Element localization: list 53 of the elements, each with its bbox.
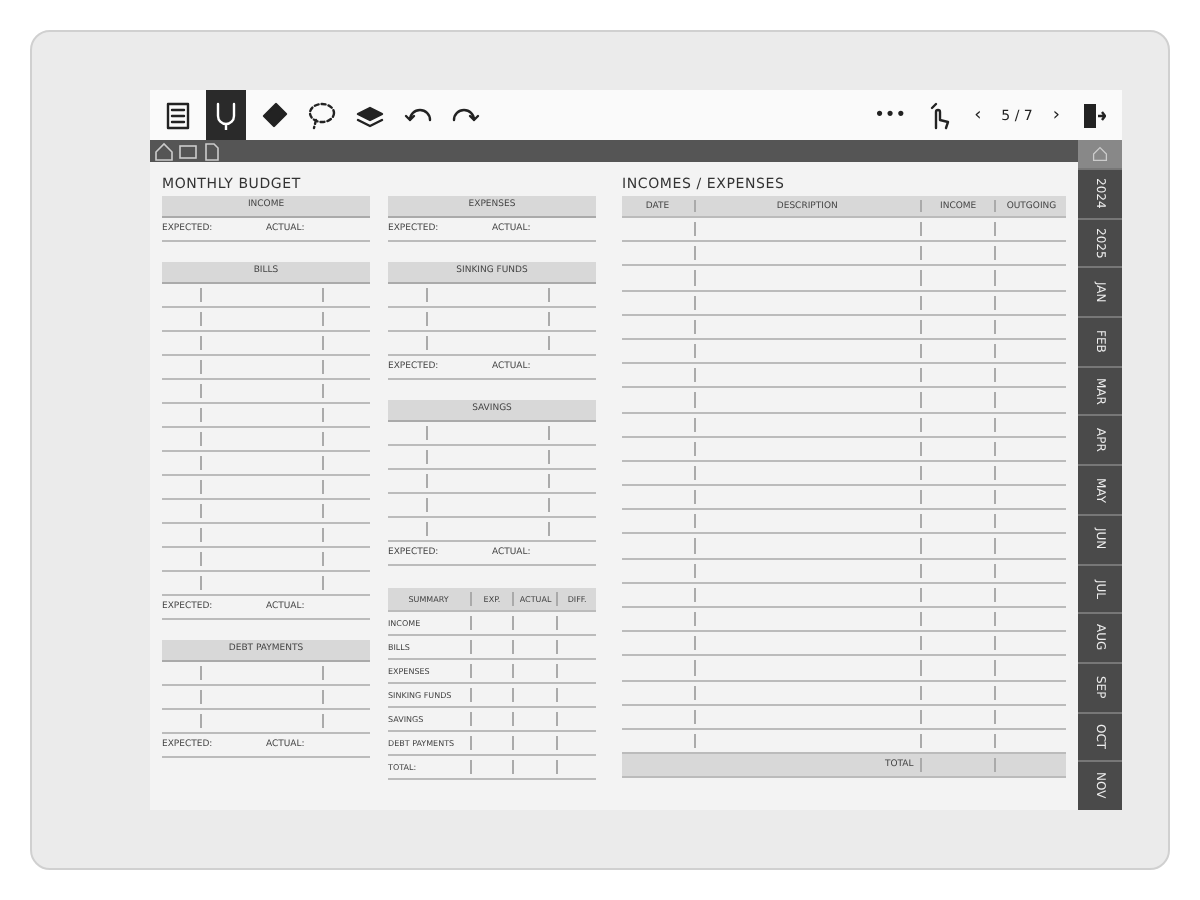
blank-row[interactable]	[622, 242, 1066, 267]
blank-row[interactable]	[162, 308, 370, 332]
blank-row[interactable]	[162, 404, 370, 428]
home-icon[interactable]	[154, 141, 174, 161]
document-icon[interactable]	[202, 141, 222, 161]
more-button[interactable]: •••	[868, 105, 913, 125]
next-page-button[interactable]: ›	[1046, 105, 1066, 125]
blank-row[interactable]	[622, 681, 1066, 706]
blank-row[interactable]	[388, 470, 596, 494]
blank-row[interactable]	[162, 452, 370, 476]
home-icon	[1092, 146, 1108, 162]
blank-row[interactable]	[622, 608, 1066, 633]
blank-row[interactable]	[388, 494, 596, 518]
blank-row[interactable]	[622, 218, 1066, 243]
blank-row[interactable]	[622, 559, 1066, 584]
blank-row[interactable]	[622, 339, 1066, 365]
blank-row[interactable]	[162, 710, 370, 734]
blank-row[interactable]	[162, 428, 370, 452]
blank-row[interactable]	[622, 510, 1066, 535]
blank-row[interactable]	[622, 656, 1066, 682]
blank-row[interactable]	[162, 548, 370, 572]
blank-row[interactable]	[622, 461, 1066, 487]
blank-row[interactable]	[162, 572, 370, 596]
blank-row[interactable]	[622, 437, 1066, 462]
blank-row[interactable]	[162, 524, 370, 548]
blank-row[interactable]	[388, 446, 596, 470]
blank-row[interactable]	[622, 364, 1066, 389]
blank-row[interactable]	[622, 315, 1066, 340]
blank-row[interactable]	[388, 332, 596, 356]
blank-row[interactable]	[162, 284, 370, 308]
blank-row[interactable]	[622, 534, 1066, 560]
blank-row[interactable]	[162, 356, 370, 380]
blank-row[interactable]	[622, 486, 1066, 511]
blank-row[interactable]	[622, 632, 1066, 657]
folder-icon[interactable]	[178, 141, 198, 161]
previous-page-button[interactable]: ‹	[968, 105, 988, 125]
blank-row[interactable]	[388, 308, 596, 332]
blank-row[interactable]	[388, 422, 596, 446]
blank-row[interactable]	[622, 583, 1066, 608]
blank-row[interactable]	[622, 291, 1066, 316]
blank-row[interactable]	[622, 705, 1066, 730]
blank-row[interactable]	[162, 662, 370, 686]
blank-row[interactable]	[622, 413, 1066, 438]
pen-icon[interactable]	[206, 90, 246, 140]
blank-row[interactable]	[162, 476, 370, 500]
blank-row[interactable]	[388, 284, 596, 308]
blank-row[interactable]	[162, 686, 370, 710]
blank-row[interactable]	[388, 518, 596, 542]
blank-row[interactable]	[162, 332, 370, 356]
blank-row[interactable]	[622, 266, 1066, 292]
blank-row[interactable]	[622, 388, 1066, 413]
blank-row[interactable]	[162, 380, 370, 404]
blank-row[interactable]	[162, 500, 370, 524]
